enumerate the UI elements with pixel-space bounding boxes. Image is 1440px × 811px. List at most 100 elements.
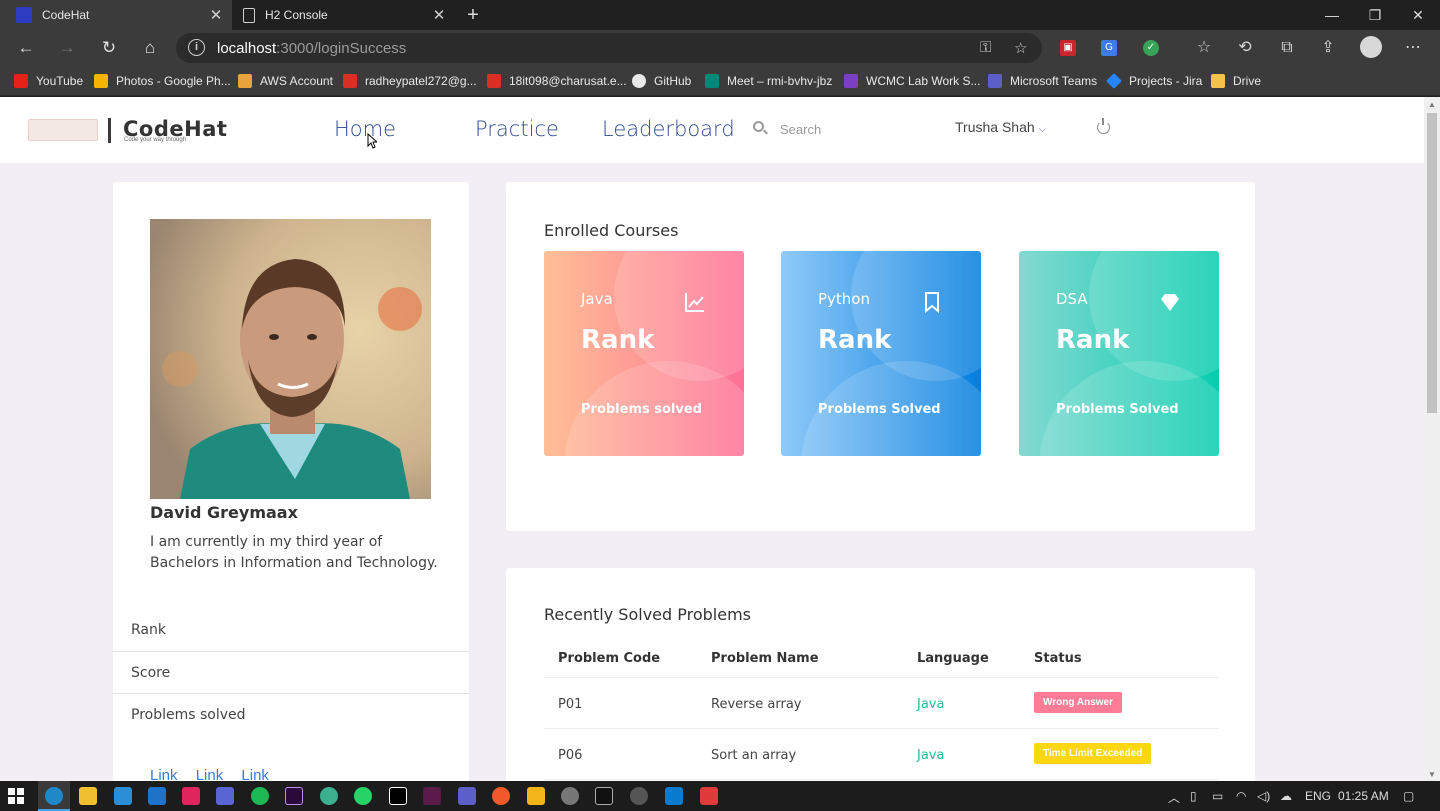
user-menu[interactable]: Trusha Shah ⌵	[955, 119, 1046, 135]
profile-link[interactable]: Link	[196, 767, 224, 781]
app-icon[interactable]	[423, 787, 441, 805]
course-card-dsa[interactable]: DSA Rank Problems Solved	[1019, 251, 1219, 456]
bookmark-photos[interactable]: Photos - Google Ph...	[94, 72, 231, 90]
problem-name: Sort an array	[711, 748, 797, 763]
page-scrollbar[interactable]: ▲ ▼	[1424, 97, 1440, 781]
edge-icon[interactable]	[45, 787, 63, 805]
bookmark-meet[interactable]: Meet – rmi-bvhv-jbz	[705, 72, 832, 90]
address-bar[interactable]: i localhost:3000/loginSuccess ⚿ ☆	[176, 33, 1042, 63]
obs-icon[interactable]	[561, 787, 579, 805]
folder-icon	[1211, 74, 1225, 88]
restore-icon[interactable]: ❐	[1353, 0, 1397, 30]
spotify-icon[interactable]	[251, 787, 269, 805]
back-icon[interactable]: ←	[12, 36, 40, 60]
extension-icon[interactable]: ▣	[1060, 40, 1076, 56]
more-menu-icon[interactable]: ⋯	[1403, 38, 1423, 58]
aws-icon	[238, 74, 252, 88]
intellij-icon[interactable]	[389, 787, 407, 805]
close-tab-icon[interactable]: ✕	[206, 6, 226, 24]
clock-time[interactable]: 01:25 AM	[1338, 789, 1389, 803]
share-icon[interactable]: ⇪	[1318, 38, 1338, 58]
collections-icon[interactable]: ⧉	[1277, 38, 1297, 58]
chrome-icon[interactable]	[630, 787, 648, 805]
section-title: Recently Solved Problems	[544, 605, 751, 624]
bookmark-aws[interactable]: AWS Account	[238, 72, 333, 90]
scroll-up-icon[interactable]: ▲	[1428, 100, 1436, 109]
nav-practice[interactable]: Practice	[475, 117, 559, 141]
scrollbar-thumb[interactable]	[1427, 113, 1437, 413]
bookmark-drive[interactable]: Drive	[1211, 72, 1261, 90]
translate-extension-icon[interactable]: G	[1101, 40, 1117, 56]
app-icon[interactable]	[527, 787, 545, 805]
volume-icon[interactable]: ◁)	[1257, 789, 1270, 803]
bookmark-youtube[interactable]: YouTube	[14, 72, 83, 90]
bookmark-jira[interactable]: Projects - Jira	[1106, 72, 1202, 90]
problem-language[interactable]: Java	[917, 748, 944, 763]
app-icon[interactable]	[320, 787, 338, 805]
column-header: Problem Code	[558, 651, 661, 666]
site-info-icon[interactable]: i	[188, 39, 205, 56]
diamond-icon	[1161, 294, 1179, 311]
onedrive-cloud-icon[interactable]: ☁	[1280, 789, 1292, 803]
profile-link[interactable]: Link	[150, 767, 178, 781]
close-window-icon[interactable]: ✕	[1396, 0, 1440, 30]
input-language[interactable]: ENG	[1305, 789, 1331, 803]
problem-language[interactable]: Java	[917, 697, 944, 712]
file-explorer-icon[interactable]	[79, 787, 97, 805]
terminal-icon[interactable]	[595, 787, 613, 805]
refresh-icon[interactable]: ↻	[95, 36, 123, 60]
stat-problems-solved: Problems solved	[113, 693, 469, 735]
tray-overflow-icon[interactable]: ︿	[1168, 789, 1180, 806]
postman-icon[interactable]	[492, 787, 510, 805]
key-icon[interactable]: ⚿	[980, 39, 991, 56]
notifications-icon[interactable]: ▢	[1403, 789, 1414, 803]
profile-links: Link Link Link	[150, 767, 283, 781]
table-row[interactable]: P06 Sort an array Java Time Limit Exceed…	[544, 729, 1218, 780]
battery-icon[interactable]: ▭	[1212, 789, 1223, 803]
nav-leaderboard[interactable]: Leaderboard	[602, 117, 735, 141]
discord-icon[interactable]	[216, 787, 234, 805]
course-card-python[interactable]: Python Rank Problems Solved	[781, 251, 981, 456]
store-icon[interactable]	[114, 787, 132, 805]
recorder-icon[interactable]	[700, 787, 718, 805]
premiere-icon[interactable]	[285, 787, 303, 805]
new-tab-icon[interactable]: +	[462, 4, 484, 27]
home-icon[interactable]: ⌂	[136, 36, 164, 60]
scroll-down-icon[interactable]: ▼	[1428, 770, 1436, 779]
extension-icon[interactable]: ✓	[1143, 40, 1159, 56]
url-text[interactable]: localhost:3000/loginSuccess	[217, 40, 406, 57]
teams-icon[interactable]	[458, 787, 476, 805]
nav-home[interactable]: Home	[334, 117, 396, 141]
favorite-star-icon[interactable]: ☆	[1014, 39, 1027, 57]
bookmark-gmail-1[interactable]: radheypatel272@g...	[343, 72, 477, 90]
profile-avatar[interactable]	[1360, 36, 1382, 58]
bookmark-gmail-2[interactable]: 18it098@charusat.e...	[487, 72, 627, 90]
course-rank-label: Rank	[1056, 325, 1130, 355]
bookmark-teams[interactable]: Microsoft Teams	[988, 72, 1097, 90]
wifi-icon[interactable]: ◠	[1236, 789, 1246, 803]
bookmark-github[interactable]: GitHub	[632, 72, 691, 90]
whatsapp-icon[interactable]	[354, 787, 372, 805]
bookmark-wcmc[interactable]: WCMC Lab Work S...	[844, 72, 980, 90]
media-icon[interactable]	[182, 787, 200, 805]
vscode-icon[interactable]	[665, 787, 683, 805]
forward-icon[interactable]: →	[53, 36, 81, 60]
windows-start-icon[interactable]	[8, 788, 24, 804]
search-input[interactable]	[780, 117, 930, 141]
favorites-icon[interactable]: ☆	[1194, 38, 1214, 58]
jira-icon	[1106, 73, 1122, 89]
course-solved-label: Problems Solved	[1056, 402, 1179, 417]
profile-link[interactable]: Link	[241, 767, 269, 781]
history-icon[interactable]: ⟲	[1235, 38, 1255, 58]
tab-h2-console[interactable]: H2 Console ✕	[233, 0, 455, 30]
power-logout-icon[interactable]	[1097, 118, 1110, 134]
tray-device-icon[interactable]: ▯	[1190, 789, 1197, 803]
mail-icon[interactable]	[148, 787, 166, 805]
tab-codehat[interactable]: CodeHat ✕	[0, 0, 232, 30]
course-card-java[interactable]: Java Rank Problems solved	[544, 251, 744, 456]
table-row[interactable]: P01 Reverse array Java Wrong Answer	[544, 678, 1218, 729]
close-tab-icon[interactable]: ✕	[429, 6, 449, 24]
logo-image[interactable]	[28, 119, 98, 141]
logo-tagline: Code your way through	[124, 137, 187, 143]
minimize-icon[interactable]: —	[1310, 0, 1354, 30]
